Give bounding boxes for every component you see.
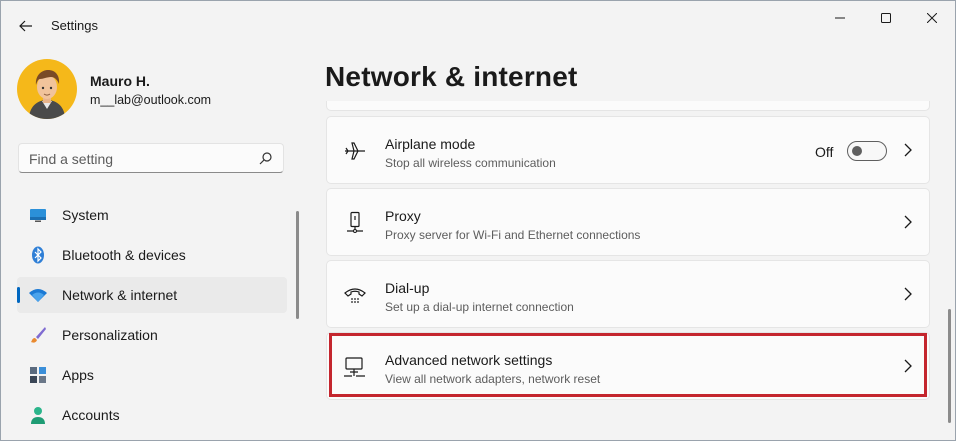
apps-icon xyxy=(30,367,46,383)
brush-icon xyxy=(31,327,46,343)
card-description: Proxy server for Wi-Fi and Ethernet conn… xyxy=(385,228,641,242)
sidebar-item-personalization[interactable]: Personalization xyxy=(17,317,287,353)
airplane-mode-card[interactable]: Airplane mode Stop all wireless communic… xyxy=(326,116,930,184)
chevron-right-icon xyxy=(904,287,912,301)
proxy-icon xyxy=(347,211,363,233)
page-title: Network & internet xyxy=(325,61,578,92)
airplane-mode-toggle[interactable] xyxy=(847,141,887,161)
monitor-icon xyxy=(30,209,46,222)
sidebar-scrollbar[interactable] xyxy=(296,211,299,319)
maximize-icon xyxy=(881,13,891,23)
card-description: Set up a dial-up internet connection xyxy=(385,300,574,314)
person-icon xyxy=(31,407,45,424)
sidebar-item-label: Bluetooth & devices xyxy=(62,247,186,263)
main-scrollbar[interactable] xyxy=(948,309,951,423)
chevron-right-icon xyxy=(904,215,912,229)
search-input[interactable]: Find a setting xyxy=(18,143,284,173)
minimize-icon xyxy=(835,17,845,19)
sidebar-item-accounts[interactable]: Accounts xyxy=(17,397,287,433)
sidebar-item-bluetooth[interactable]: Bluetooth & devices xyxy=(17,237,287,273)
card-title: Airplane mode xyxy=(385,136,476,152)
chevron-right-icon xyxy=(904,359,912,373)
chevron-right-icon xyxy=(904,143,912,157)
network-adapter-icon xyxy=(344,357,365,377)
back-button[interactable] xyxy=(11,11,41,41)
phone-icon xyxy=(344,288,366,303)
minimize-button[interactable] xyxy=(817,1,863,35)
proxy-card[interactable]: Proxy Proxy server for Wi-Fi and Etherne… xyxy=(326,188,930,256)
maximize-button[interactable] xyxy=(863,1,909,35)
card-description: Stop all wireless communication xyxy=(385,156,556,170)
toggle-state-label: Off xyxy=(815,144,834,160)
sidebar-item-system[interactable]: System xyxy=(17,197,287,233)
app-title: Settings xyxy=(51,18,98,33)
back-arrow-icon xyxy=(19,20,32,32)
title-bar: Settings xyxy=(1,1,955,49)
sidebar-item-label: Personalization xyxy=(62,327,158,343)
card-title: Advanced network settings xyxy=(385,352,553,368)
airplane-icon xyxy=(345,142,365,160)
search-placeholder: Find a setting xyxy=(29,151,114,167)
user-email: m__lab@outlook.com xyxy=(90,93,212,107)
sidebar-item-label: Network & internet xyxy=(62,287,178,303)
user-name: Mauro H. xyxy=(90,73,150,89)
bluetooth-icon xyxy=(32,246,44,264)
sidebar-item-apps[interactable]: Apps xyxy=(17,357,287,393)
close-button[interactable] xyxy=(909,1,955,35)
sidebar-item-label: Apps xyxy=(62,367,94,383)
avatar-person-icon xyxy=(29,70,65,119)
sidebar-item-label: Accounts xyxy=(62,407,120,423)
sidebar-item-label: System xyxy=(62,207,109,223)
close-icon xyxy=(927,13,937,23)
wifi-icon xyxy=(29,289,47,302)
search-icon xyxy=(259,152,272,165)
avatar xyxy=(17,59,77,119)
dial-up-card[interactable]: Dial-up Set up a dial-up internet connec… xyxy=(326,260,930,328)
settings-window: Settings Mauro H. m__lab@outlook.com Fin… xyxy=(0,0,956,441)
toggle-knob xyxy=(852,146,862,156)
previous-card-edge xyxy=(326,101,930,111)
card-title: Proxy xyxy=(385,208,421,224)
sidebar-item-network[interactable]: Network & internet xyxy=(17,277,287,313)
card-title: Dial-up xyxy=(385,280,430,296)
card-description: View all network adapters, network reset xyxy=(385,372,601,386)
sidebar-nav: System Bluetooth & devices Network & int… xyxy=(17,197,287,437)
advanced-network-settings-card[interactable]: Advanced network settings View all netwo… xyxy=(326,332,930,400)
